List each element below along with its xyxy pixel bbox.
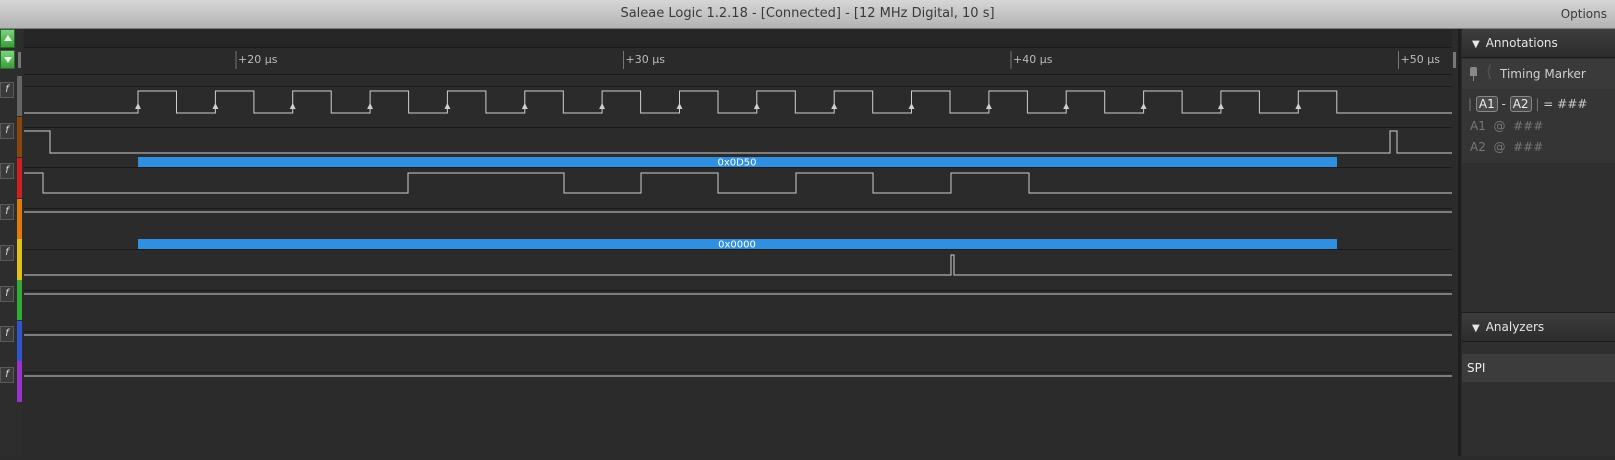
waveforms <box>24 90 1452 377</box>
channel-0-color <box>17 76 22 116</box>
channel-4-waveform <box>24 254 1452 276</box>
pin-icon <box>1470 67 1477 81</box>
rising-edge-marker <box>599 103 606 109</box>
channel-7-color <box>17 361 22 402</box>
rising-edge-marker <box>985 103 992 109</box>
analyzer-item-spi[interactable]: SPI <box>1462 354 1615 382</box>
a1-row: A1 @ ### <box>1470 119 1544 133</box>
analyzers-title: Analyzers <box>1485 320 1545 334</box>
scroll-up-button[interactable] <box>0 29 15 48</box>
channel-1-waveform <box>24 130 1452 154</box>
pair-separator: - <box>1501 97 1506 111</box>
channel-7-trigger-button[interactable]: f <box>0 367 14 383</box>
rising-edge-marker <box>521 103 528 109</box>
channel-gutter: f f f f f f f f <box>0 29 22 456</box>
timing-marker-row[interactable]: ⟨ Timing Marker <box>1462 59 1615 89</box>
tick-label: +50 µs <box>1401 53 1441 66</box>
collapse-arrow-icon: ▼ <box>1472 323 1480 334</box>
channel-5-trigger-button[interactable]: f <box>0 286 14 302</box>
rising-edge-marker <box>135 103 141 109</box>
tick-label: +30 µs <box>626 53 666 66</box>
annotations-header[interactable]: ▼ Annotations <box>1462 29 1615 58</box>
chevron-icon: ⟨ <box>1486 62 1493 81</box>
decoded-label-mosi: 0x0D50 <box>717 158 756 169</box>
timing-marker-label: Timing Marker <box>1500 67 1586 81</box>
channel-4-trigger-button[interactable]: f <box>0 245 14 261</box>
rising-edge-marker <box>676 103 683 109</box>
channel-0-waveform <box>24 90 1452 114</box>
tick-label: +20 µs <box>238 53 278 66</box>
timeline-ruler-top <box>24 29 1452 47</box>
arrow-down-icon <box>4 57 12 63</box>
left-scroll-handle[interactable] <box>18 52 21 68</box>
rising-edge-marker <box>1295 103 1302 109</box>
window-title: Saleae Logic 1.2.18 - [Connected] - [12 … <box>620 6 995 21</box>
rising-edge-marker <box>212 103 219 109</box>
channel-5-color <box>17 280 22 320</box>
channel-1-trigger-button[interactable]: f <box>0 123 14 139</box>
pair-value: = ### <box>1543 97 1588 111</box>
channel-6-color <box>17 321 22 361</box>
waveform-area[interactable]: +20 µs +30 µs +40 µs +50 µs 0x0D50 0x0000 <box>24 29 1452 456</box>
rising-edge-marker <box>831 103 838 109</box>
annotation-box: | A1 - A2 | = ### A1 @ ### A2 @ ### <box>1462 89 1615 163</box>
waveform-svg: +20 µs +30 µs +40 µs +50 µs 0x0D50 0x0000 <box>24 29 1452 377</box>
right-scroll-handle[interactable] <box>1453 52 1456 68</box>
tick-label: +40 µs <box>1013 53 1053 66</box>
panel-splitter[interactable] <box>1458 29 1461 456</box>
options-menu[interactable]: Options <box>1561 0 1607 28</box>
rising-edge-marker <box>753 103 760 109</box>
rising-edge-marker <box>908 103 915 109</box>
channel-2-trigger-button[interactable]: f <box>0 163 14 179</box>
channel-4-color <box>17 239 22 280</box>
annotation-pair-row: | A1 - A2 | = ### <box>1468 96 1588 112</box>
rising-edge-marker <box>1140 103 1147 109</box>
a2-marker[interactable]: A2 <box>1509 96 1532 112</box>
title-bar: Saleae Logic 1.2.18 - [Connected] - [12 … <box>0 0 1615 29</box>
channel-2-waveform <box>24 172 1452 194</box>
channel-6-trigger-button[interactable]: f <box>0 326 14 342</box>
channel-3-color <box>17 199 22 239</box>
channel-3-trigger-button[interactable]: f <box>0 204 14 220</box>
a2-row: A2 @ ### <box>1470 140 1544 154</box>
analyzer-label: SPI <box>1467 361 1486 375</box>
rising-edge-marker <box>1217 103 1224 109</box>
scroll-down-button[interactable] <box>0 50 15 69</box>
decoded-label-miso: 0x0000 <box>718 240 756 251</box>
rising-edge-marker <box>1063 103 1070 109</box>
rising-edge-marker <box>367 103 374 109</box>
rising-edge-marker <box>289 103 296 109</box>
collapse-arrow-icon: ▼ <box>1472 39 1480 50</box>
channel-2-color <box>17 158 22 198</box>
channel-1-color <box>17 117 22 157</box>
decoded-bars: 0x0D50 0x0000 <box>138 157 1337 251</box>
channel-0-trigger-button[interactable]: f <box>0 82 14 98</box>
a1-marker[interactable]: A1 <box>1475 96 1498 112</box>
annotations-title: Annotations <box>1485 36 1558 50</box>
analyzers-header[interactable]: ▼ Analyzers <box>1462 312 1615 342</box>
rising-edge-marker <box>444 103 451 109</box>
arrow-up-icon <box>4 35 12 41</box>
side-panel: ▼ Annotations ⟨ Timing Marker | A1 - A2 |… <box>1462 29 1615 456</box>
